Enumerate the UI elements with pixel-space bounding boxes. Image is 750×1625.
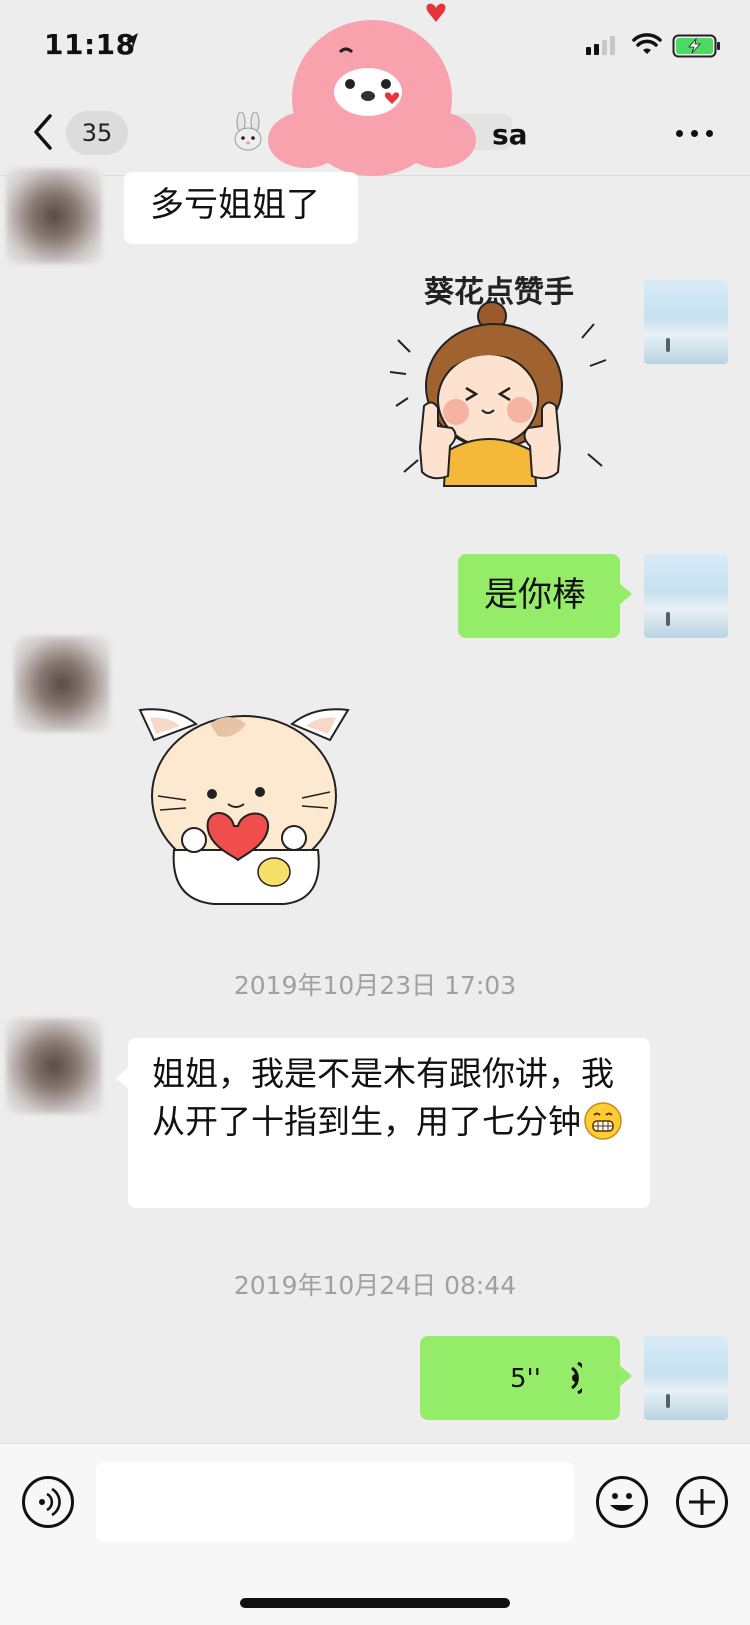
rabbit-emoji-icon (234, 112, 262, 151)
location-arrow-icon (126, 33, 138, 48)
message-bubble-received[interactable]: 多亏姐姐了 (124, 172, 358, 244)
grin-emoji-icon (584, 1102, 622, 1140)
back-chevron-icon[interactable] (30, 112, 54, 152)
contact-avatar[interactable] (14, 636, 110, 732)
my-avatar[interactable] (644, 1336, 728, 1420)
voice-input-icon[interactable] (22, 1476, 74, 1528)
voice-wave-icon (571, 1362, 582, 1394)
contact-avatar[interactable] (6, 1018, 102, 1114)
message-input[interactable] (96, 1462, 574, 1542)
emoji-icon[interactable] (596, 1476, 648, 1528)
cell-signal-icon (586, 36, 615, 55)
message-bubble-received[interactable]: 姐姐，我是不是木有跟你讲，我从开了十指到生，用了七分钟 (116, 1038, 650, 1208)
plus-icon[interactable] (676, 1476, 728, 1528)
my-avatar[interactable] (644, 280, 728, 364)
voice-duration: 5'' (510, 1364, 541, 1394)
unread-count-badge[interactable]: 35 (66, 111, 128, 155)
chat-timestamp: 2019年10月23日 17:03 (233, 971, 517, 1000)
chat-input-bar (0, 1443, 750, 1625)
my-avatar[interactable] (644, 554, 728, 638)
battery-charging-icon (672, 34, 720, 58)
message-text: 是你棒 (484, 575, 586, 615)
contact-avatar[interactable] (6, 168, 102, 264)
message-text: 多亏姐姐了 (150, 185, 320, 225)
more-icon[interactable] (676, 130, 713, 137)
message-bubble-sent[interactable]: 是你棒 (458, 554, 632, 638)
seal-sticker-overlay (268, 3, 476, 176)
wifi-icon (632, 33, 662, 54)
message-text: 姐姐，我是不是木有跟你讲，我从开了十指到生，用了七分钟 (152, 1054, 614, 1141)
chat-title-text: sa (492, 118, 528, 151)
cat-heart-sticker[interactable] (134, 700, 364, 910)
chat-timestamp: 2019年10月24日 08:44 (233, 1271, 517, 1300)
thumbs-up-girl-sticker[interactable]: 葵花点赞手 (384, 276, 624, 516)
status-time: 11:18 (44, 28, 136, 61)
voice-message-bubble[interactable]: 5'' (420, 1336, 632, 1420)
home-indicator (240, 1598, 510, 1608)
